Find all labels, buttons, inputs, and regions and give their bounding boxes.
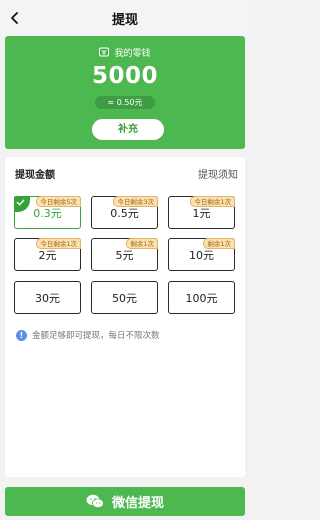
amount-option[interactable]: 剩余1次 5元 [91, 238, 158, 271]
amount-title: 提现金额 [15, 170, 55, 181]
withdraw-note-text: 金额足够即可提现，每日不限次数 [32, 331, 160, 341]
amount-option[interactable]: 剩余1次 10元 [168, 238, 235, 271]
amount-option[interactable]: 今日剩余1次 1元 [168, 196, 235, 229]
amount-option[interactable]: 今日剩余1次 2元 [14, 238, 81, 271]
wallet-label: 我的零钱 [114, 48, 151, 59]
chevron-left-icon[interactable] [7, 10, 23, 26]
check-icon [14, 196, 30, 212]
wallet-balance: 5000 [91, 63, 158, 89]
top-bar: 提现 [0, 0, 250, 36]
amount-option[interactable]: 50元 [91, 281, 158, 314]
amount-option[interactable]: 100元 [168, 281, 235, 314]
remaining-badge: 剩余1次 [126, 238, 158, 249]
amount-value: 30元 [35, 291, 60, 305]
amount-value: 100元 [185, 291, 218, 305]
remaining-badge: 剩余1次 [203, 238, 235, 249]
info-icon: ! [16, 329, 27, 341]
wechat-icon [86, 494, 104, 509]
topup-button[interactable]: 补充 [92, 119, 164, 140]
page-title: 提现 [111, 12, 138, 28]
remaining-badge: 今日剩余5次 [36, 196, 81, 207]
wallet-card: 我的零钱 5000 ≈ 0.50元 补充 [5, 36, 245, 149]
wechat-withdraw-button[interactable]: 微信提现 [5, 487, 245, 516]
remaining-badge: 今日剩余1次 [36, 238, 81, 249]
amount-option[interactable]: 今日剩余5次 0.3元 [14, 196, 81, 229]
wallet-icon [99, 47, 110, 57]
amount-value: 50元 [112, 291, 137, 305]
amount-option[interactable]: 30元 [14, 281, 81, 314]
remaining-badge: 今日剩余3次 [113, 196, 158, 207]
wallet-label-row: 我的零钱 [5, 45, 245, 59]
withdraw-panel: 提现金额 提现须知 今日剩余5次 0.3元 今日剩余3次 0.5元 今日剩余1次… [5, 157, 245, 477]
wechat-withdraw-label: 微信提现 [111, 496, 164, 511]
remaining-badge: 今日剩余1次 [190, 196, 235, 207]
withdraw-notice-link[interactable]: 提现须知 [198, 166, 238, 181]
amount-option[interactable]: 今日剩余3次 0.5元 [91, 196, 158, 229]
balance-approx-value: ≈ 0.50元 [95, 96, 155, 109]
withdraw-note: ! 金额足够即可提现，每日不限次数 [16, 328, 160, 342]
